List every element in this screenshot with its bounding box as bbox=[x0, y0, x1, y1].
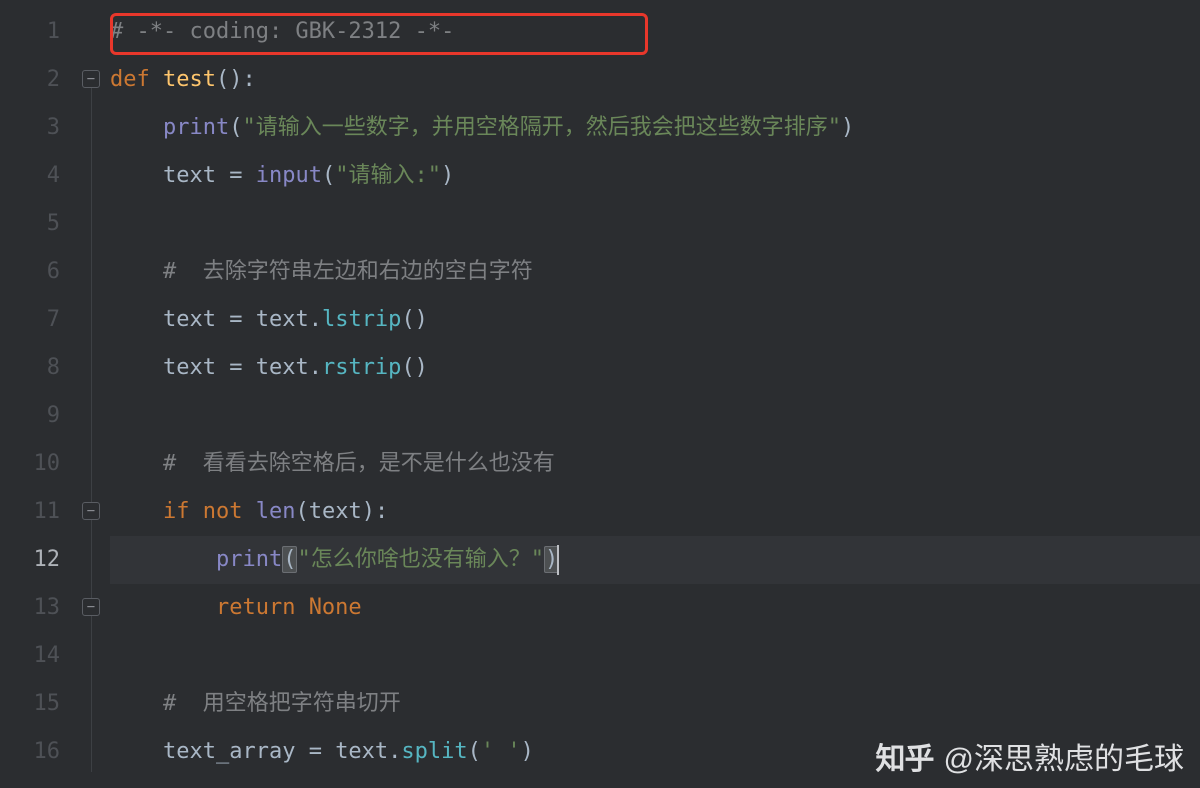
token-paren: ) bbox=[521, 739, 534, 764]
token-comment: # 用空格把字符串切开 bbox=[163, 691, 401, 716]
code-line[interactable]: # 用空格把字符串切开 bbox=[110, 680, 1200, 728]
token-text: text bbox=[163, 163, 229, 188]
token-text: text bbox=[163, 355, 229, 380]
token-string: ' ' bbox=[481, 739, 521, 764]
line-number: 14 bbox=[0, 632, 78, 680]
watermark: 知乎 @深思熟虑的毛球 bbox=[876, 734, 1184, 778]
line-number: 16 bbox=[0, 728, 78, 776]
fold-marker-icon[interactable] bbox=[82, 598, 100, 616]
token-text: text bbox=[256, 307, 309, 332]
text-cursor bbox=[557, 545, 559, 575]
code-line[interactable] bbox=[110, 392, 1200, 440]
code-line[interactable]: print("请输入一些数字，并用空格隔开，然后我会把这些数字排序") bbox=[110, 104, 1200, 152]
code-line[interactable]: # 去除字符串左边和右边的空白字符 bbox=[110, 248, 1200, 296]
code-area[interactable]: # -*- coding: GBK-2312 -*-def test(): pr… bbox=[110, 0, 1200, 788]
line-number: 3 bbox=[0, 104, 78, 152]
token-paren: () bbox=[401, 355, 428, 380]
code-line[interactable]: text = input("请输入:") bbox=[110, 152, 1200, 200]
token-paren: ( bbox=[322, 163, 335, 188]
line-number: 15 bbox=[0, 680, 78, 728]
fold-column bbox=[78, 0, 110, 788]
token-op: = bbox=[229, 355, 256, 380]
fold-marker-icon[interactable] bbox=[82, 70, 100, 88]
fold-marker-icon[interactable] bbox=[82, 502, 100, 520]
line-number: 4 bbox=[0, 152, 78, 200]
token-keyword: None bbox=[309, 595, 362, 620]
token-string: "请输入一些数字，并用空格隔开，然后我会把这些数字排序" bbox=[242, 115, 841, 140]
token-comment: # 看看去除空格后，是不是什么也没有 bbox=[163, 451, 555, 476]
token-paren: ( bbox=[468, 739, 481, 764]
token-paren: ( bbox=[229, 115, 242, 140]
line-number: 9 bbox=[0, 392, 78, 440]
token-builtin: print bbox=[163, 115, 229, 140]
code-line[interactable]: # 看看去除空格后，是不是什么也没有 bbox=[110, 440, 1200, 488]
code-line[interactable] bbox=[110, 200, 1200, 248]
code-line[interactable] bbox=[110, 632, 1200, 680]
token-op: = bbox=[229, 307, 256, 332]
token-text: text bbox=[163, 307, 229, 332]
token-paren: () bbox=[401, 307, 428, 332]
token-text: text_array bbox=[163, 739, 309, 764]
code-editor[interactable]: 12345678910111213141516 # -*- coding: GB… bbox=[0, 0, 1200, 788]
line-number-gutter: 12345678910111213141516 bbox=[0, 0, 78, 788]
token-string: "怎么你啥也没有输入？" bbox=[297, 547, 544, 572]
token-paren: ) bbox=[841, 115, 854, 140]
token-builtin: print bbox=[216, 547, 282, 572]
token-paren: ) bbox=[441, 163, 454, 188]
zhihu-logo: 知乎 bbox=[876, 734, 934, 778]
code-line[interactable]: def test(): bbox=[110, 56, 1200, 104]
token-comment: # 去除字符串左边和右边的空白字符 bbox=[163, 259, 533, 284]
token-text: text bbox=[335, 739, 388, 764]
token-builtin: len bbox=[256, 499, 296, 524]
code-line[interactable]: return None bbox=[110, 584, 1200, 632]
line-number: 10 bbox=[0, 440, 78, 488]
token-keyword: return bbox=[216, 595, 309, 620]
code-line[interactable]: print("怎么你啥也没有输入？") bbox=[110, 536, 1200, 584]
line-number: 8 bbox=[0, 344, 78, 392]
token-func: lstrip bbox=[322, 307, 401, 332]
code-line[interactable]: text = text.lstrip() bbox=[110, 296, 1200, 344]
token-paren: ( bbox=[295, 499, 308, 524]
token-text: : bbox=[375, 499, 388, 524]
line-number: 1 bbox=[0, 8, 78, 56]
code-line[interactable]: if not len(text): bbox=[110, 488, 1200, 536]
token-text: . bbox=[309, 307, 322, 332]
line-number: 5 bbox=[0, 200, 78, 248]
token-func: split bbox=[401, 739, 467, 764]
token-paren: ( bbox=[282, 546, 297, 573]
token-op: = bbox=[309, 739, 336, 764]
code-line[interactable]: # -*- coding: GBK-2312 -*- bbox=[110, 8, 1200, 56]
token-paren: ) bbox=[362, 499, 375, 524]
token-keyword: not bbox=[203, 499, 256, 524]
token-def: test bbox=[163, 67, 216, 92]
watermark-author: @深思熟虑的毛球 bbox=[944, 734, 1184, 778]
token-text: . bbox=[309, 355, 322, 380]
code-line[interactable]: text = text.rstrip() bbox=[110, 344, 1200, 392]
token-keyword: def bbox=[110, 67, 163, 92]
token-text: text bbox=[309, 499, 362, 524]
token-paren: () bbox=[216, 67, 243, 92]
line-number: 11 bbox=[0, 488, 78, 536]
token-keyword: if bbox=[163, 499, 203, 524]
token-text: text bbox=[256, 355, 309, 380]
token-string: "请输入:" bbox=[335, 163, 441, 188]
token-text: . bbox=[388, 739, 401, 764]
token-func: rstrip bbox=[322, 355, 401, 380]
token-text: : bbox=[242, 67, 255, 92]
line-number: 2 bbox=[0, 56, 78, 104]
token-builtin: input bbox=[256, 163, 322, 188]
token-comment: # -*- coding: GBK-2312 -*- bbox=[110, 19, 454, 44]
token-op: = bbox=[229, 163, 256, 188]
line-number: 7 bbox=[0, 296, 78, 344]
line-number: 6 bbox=[0, 248, 78, 296]
line-number: 13 bbox=[0, 584, 78, 632]
line-number: 12 bbox=[0, 536, 78, 584]
